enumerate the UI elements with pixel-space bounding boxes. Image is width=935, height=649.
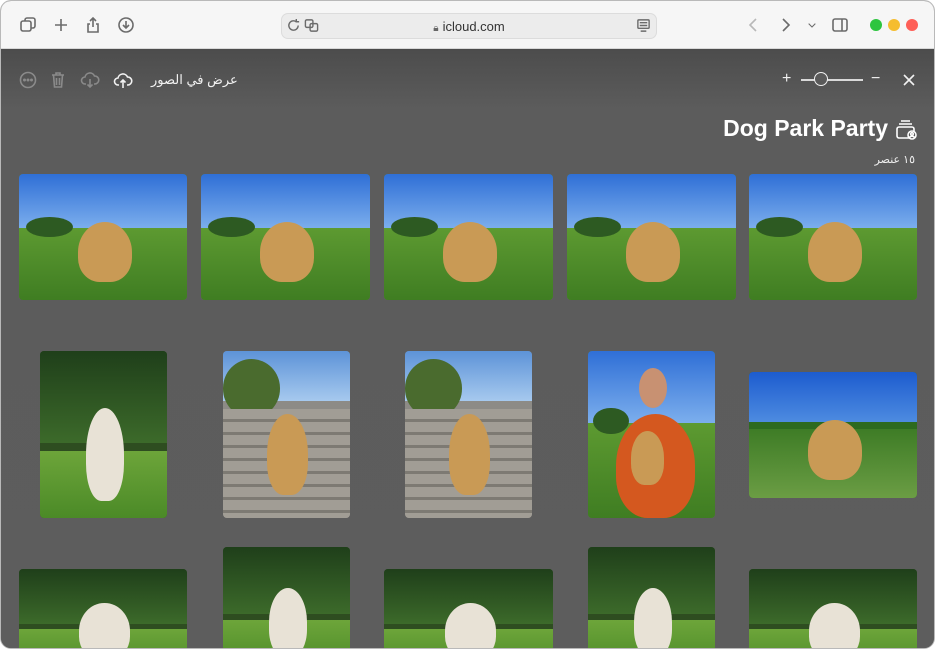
- browser-toolbar: 🔒︎ icloud.com: [1, 1, 934, 49]
- view-in-photos-button[interactable]: عرض في الصور: [151, 72, 238, 88]
- photo-white-dog-portrait[interactable]: [588, 547, 715, 648]
- sidebar-icon[interactable]: [829, 14, 851, 36]
- zoom-in-button[interactable]: +: [782, 69, 791, 89]
- chevron-down-icon[interactable]: [805, 14, 819, 36]
- window-minimize-button[interactable]: [888, 19, 900, 31]
- forward-icon[interactable]: [774, 14, 796, 36]
- photo-white-dog-standing[interactable]: [223, 547, 350, 648]
- shared-album-view: عرض في الصور + − Dog Park Party ١٥ عنصر: [1, 49, 934, 648]
- cloud-download-icon[interactable]: [79, 69, 101, 91]
- more-icon[interactable]: [17, 69, 39, 91]
- photo-dog-lying-grass[interactable]: [19, 174, 187, 300]
- shared-album-icon: [894, 119, 918, 141]
- close-icon[interactable]: [898, 69, 920, 91]
- zoom-out-button[interactable]: −: [871, 69, 880, 89]
- window-close-button[interactable]: [906, 19, 918, 31]
- lock-icon: 🔒︎: [433, 23, 439, 34]
- photo-white-dog-lying[interactable]: [19, 569, 187, 648]
- photo-dog-jumping-frisbee[interactable]: [749, 174, 917, 300]
- item-count: ١٥ عنصر: [874, 154, 915, 166]
- photo-woman-holding-puppy[interactable]: [588, 351, 715, 518]
- download-icon[interactable]: [115, 14, 137, 36]
- photo-dog-in-flowers[interactable]: [749, 372, 917, 498]
- tab-overview-icon[interactable]: [17, 14, 39, 36]
- back-icon[interactable]: [743, 14, 765, 36]
- photo-white-dog-lawn[interactable]: [384, 569, 553, 648]
- photo-dog-lying-smiling[interactable]: [384, 174, 553, 300]
- address-bar[interactable]: 🔒︎ icloud.com: [281, 13, 657, 39]
- photo-dog-on-steps-2[interactable]: [405, 351, 532, 518]
- photo-white-dog-field[interactable]: [40, 351, 167, 518]
- share-icon[interactable]: [82, 14, 104, 36]
- photo-dog-catching-frisbee[interactable]: [567, 174, 736, 300]
- trash-icon[interactable]: [47, 69, 69, 91]
- window-zoom-button[interactable]: [870, 19, 882, 31]
- new-tab-icon[interactable]: [50, 14, 72, 36]
- reader-icon[interactable]: [636, 18, 652, 34]
- cloud-upload-icon[interactable]: [112, 69, 134, 91]
- photo-dog-on-steps-1[interactable]: [223, 351, 350, 518]
- photo-white-dog-shade[interactable]: [749, 569, 917, 648]
- url-label: icloud.com: [442, 19, 505, 34]
- photo-dog-sitting-tongue[interactable]: [201, 174, 370, 300]
- zoom-slider[interactable]: [801, 79, 863, 81]
- browser-window: 🔒︎ icloud.com عرض في الصور + − Dog Park …: [0, 0, 935, 649]
- url-text: 🔒︎ icloud.com: [282, 19, 656, 34]
- zoom-slider-knob[interactable]: [814, 72, 828, 86]
- album-title: Dog Park Party: [723, 115, 888, 141]
